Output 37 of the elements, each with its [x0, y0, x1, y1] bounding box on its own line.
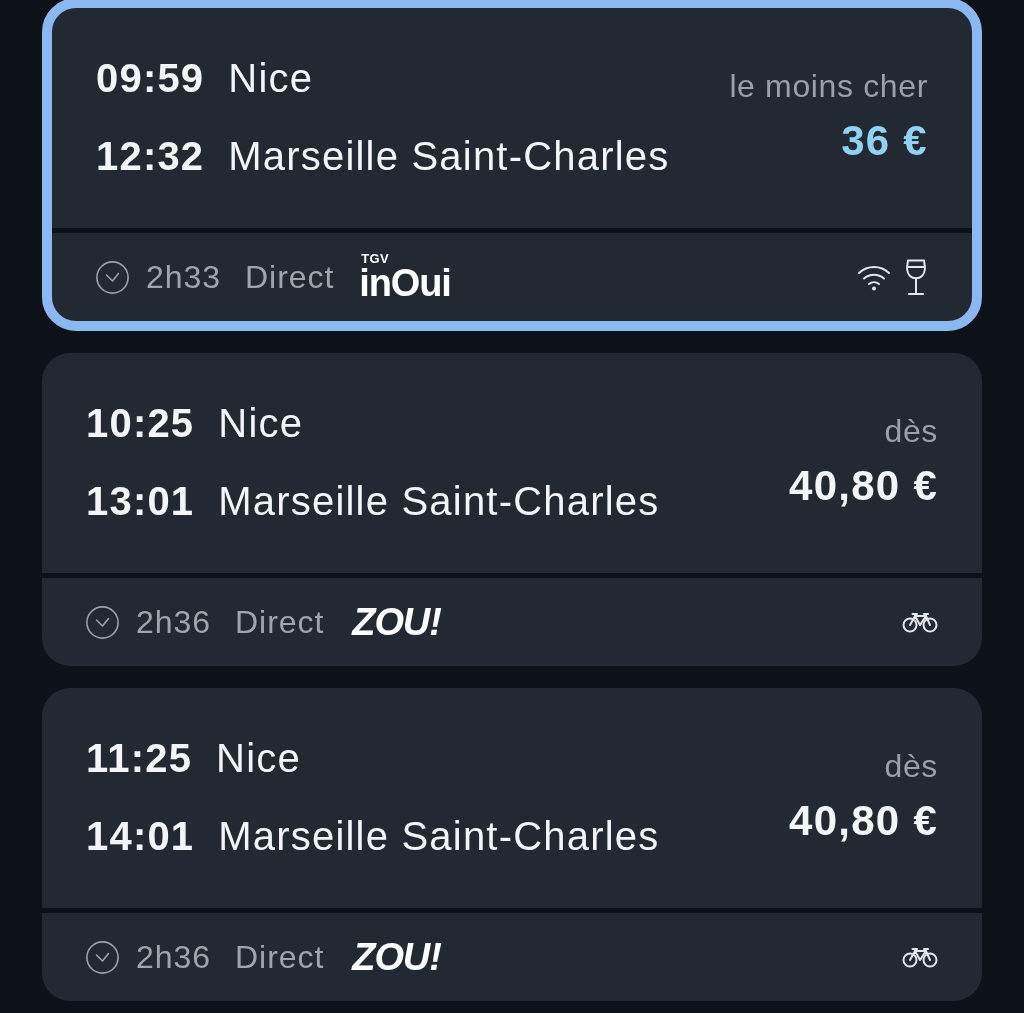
fare-label: le moins cher: [729, 68, 928, 104]
fare-label: dès: [884, 413, 938, 449]
price-text: 40,80 €: [789, 797, 938, 845]
time-text: 10:25: [86, 400, 195, 447]
duration-text: 2h36: [136, 604, 212, 640]
clock-icon: [96, 260, 129, 294]
duration-text: 2h36: [136, 939, 212, 975]
train-type-text: Direct: [235, 939, 325, 975]
duration-text: 2h33: [146, 259, 222, 295]
wifi-icon: [857, 263, 891, 291]
station-text: Nice: [216, 735, 301, 782]
train-card[interactable]: 11:25 Nice 14:01 Marseille Saint-Charles dès 40,80 € 2h36 Direct ZOU!: [42, 688, 982, 1001]
operator-logo: TGV inOui: [359, 252, 451, 302]
station-text: Nice: [218, 400, 304, 447]
fare-label: dès: [884, 748, 938, 784]
station-text: Marseille Saint-Charles: [218, 813, 660, 860]
operator-logo: ZOU!: [352, 603, 441, 641]
train-type-text: Direct: [245, 259, 335, 295]
station-text: Marseille Saint-Charles: [228, 133, 670, 180]
bicycle-icon: [902, 611, 938, 633]
station-text: Marseille Saint-Charles: [218, 478, 660, 525]
time-text: 09:59: [96, 55, 205, 102]
train-card[interactable]: 09:59 Nice 12:32 Marseille Saint-Charles le moins cher 36 € 2h33 Direct TGV inOui: [42, 0, 982, 331]
time-text: 12:32: [96, 133, 205, 180]
bicycle-icon: [902, 946, 938, 968]
time-text: 13:01: [86, 478, 195, 525]
time-text: 14:01: [86, 813, 195, 860]
train-card[interactable]: 10:25 Nice 13:01 Marseille Saint-Charles dès 40,80 € 2h36 Direct ZOU!: [42, 353, 982, 666]
train-type-text: Direct: [235, 604, 325, 640]
price-text: 36 €: [841, 117, 928, 165]
clock-icon: [86, 605, 119, 639]
wine-glass-icon: [904, 258, 928, 296]
station-text: Nice: [228, 55, 314, 102]
time-text: 11:25: [86, 735, 193, 782]
clock-icon: [86, 940, 119, 974]
price-text: 40,80 €: [789, 462, 938, 510]
operator-logo: ZOU!: [352, 938, 441, 976]
